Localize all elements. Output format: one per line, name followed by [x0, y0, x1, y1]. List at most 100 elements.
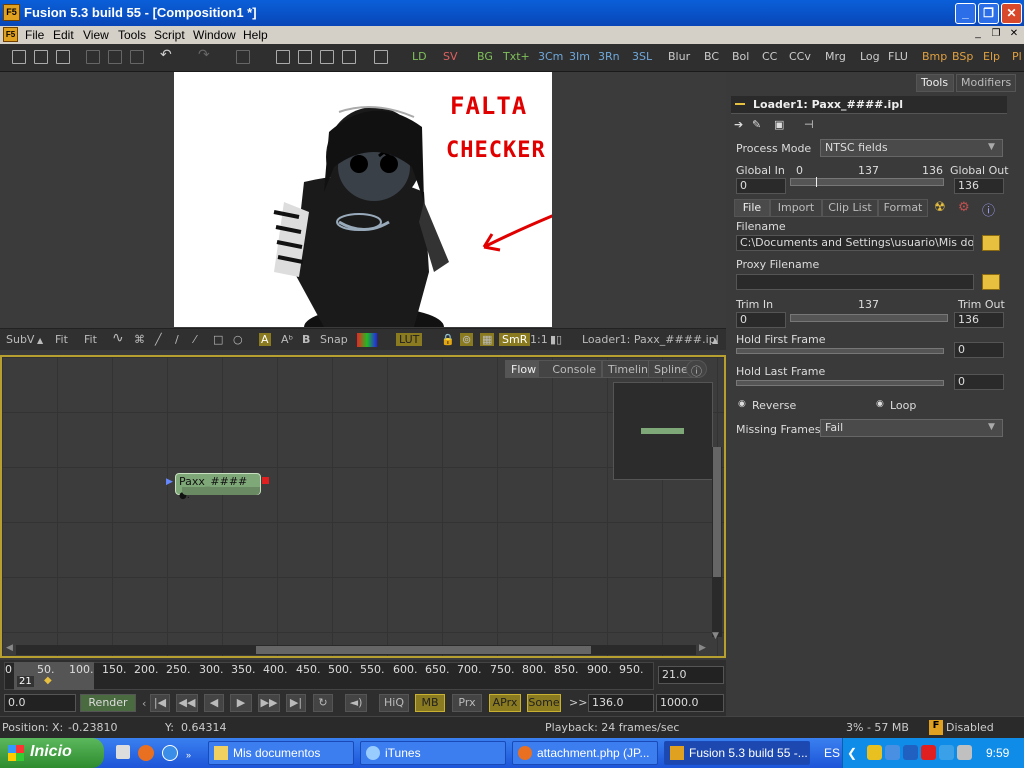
- aprx-button[interactable]: APrx: [489, 694, 521, 712]
- menu-edit[interactable]: Edit: [53, 28, 74, 42]
- minimize-button[interactable]: _: [955, 3, 976, 24]
- tool-3cm[interactable]: 3Cm: [538, 50, 563, 63]
- tool-blur[interactable]: Blur: [668, 50, 690, 63]
- tool-bmp[interactable]: Bmp: [922, 50, 947, 63]
- tool-log[interactable]: Log: [860, 50, 880, 63]
- tool-bsp[interactable]: BSp: [952, 50, 973, 63]
- fast-forward-icon[interactable]: ▶▶: [258, 694, 280, 712]
- checker-icon[interactable]: ▦: [480, 333, 495, 346]
- missing-frames-dropdown[interactable]: Fail: [820, 419, 1003, 437]
- subtab-file[interactable]: File: [734, 199, 770, 217]
- display-icon[interactable]: [939, 745, 954, 760]
- trim-range-slider[interactable]: [790, 314, 948, 322]
- channel-icon[interactable]: [357, 333, 377, 347]
- hold-first-frame-slider[interactable]: [736, 348, 944, 354]
- global-range-slider[interactable]: [790, 177, 944, 187]
- loop-icon[interactable]: ↻: [313, 694, 333, 712]
- hiq-button[interactable]: HiQ: [379, 694, 409, 712]
- range-left-icon[interactable]: ‹: [142, 697, 146, 710]
- tool-3im[interactable]: 3Im: [569, 50, 590, 63]
- range-arrows[interactable]: >>: [569, 696, 587, 709]
- tab-modifiers[interactable]: Modifiers: [956, 74, 1016, 92]
- rewind-icon[interactable]: ◀◀: [176, 694, 198, 712]
- mb-button[interactable]: MB: [415, 694, 445, 712]
- rectangle-icon[interactable]: □: [213, 333, 223, 346]
- text-a-icon[interactable]: A: [259, 333, 271, 346]
- hold-last-frame-slider[interactable]: [736, 380, 944, 386]
- go-to-end-icon[interactable]: ▶|: [286, 694, 306, 712]
- task-itunes[interactable]: iTunes: [360, 741, 506, 765]
- tool-flu[interactable]: FLU: [888, 50, 908, 63]
- shield-icon[interactable]: [867, 745, 882, 760]
- tool-bol[interactable]: Bol: [732, 50, 749, 63]
- current-time-marker[interactable]: 21: [17, 676, 34, 687]
- volume-icon[interactable]: [957, 745, 972, 760]
- subtab-import[interactable]: Import: [770, 199, 822, 217]
- scroll-left-icon[interactable]: ◀: [6, 643, 13, 653]
- tool-sv[interactable]: SV: [443, 50, 458, 63]
- tool-3rn[interactable]: 3Rn: [598, 50, 620, 63]
- process-mode-dropdown[interactable]: NTSC fields: [820, 139, 1003, 157]
- mdi-close-button[interactable]: ✕: [1007, 28, 1021, 41]
- menu-script[interactable]: Script: [154, 28, 185, 42]
- new-icon[interactable]: [12, 50, 26, 64]
- bluetooth-icon[interactable]: [903, 745, 918, 760]
- mdi-minimize-button[interactable]: _: [971, 28, 985, 41]
- scroll-right-icon[interactable]: ▶: [699, 643, 706, 653]
- tool-ccv[interactable]: CCv: [789, 50, 811, 63]
- loop-checkbox[interactable]: ◉: [876, 399, 884, 409]
- tab-tools[interactable]: Tools: [916, 74, 954, 92]
- quicklaunch-more-icon[interactable]: »: [186, 750, 191, 760]
- script-icon[interactable]: [236, 50, 250, 64]
- undo-icon[interactable]: ↶: [160, 47, 172, 63]
- audio-icon[interactable]: ◄): [345, 694, 367, 712]
- mdi-restore-button[interactable]: ❐: [989, 28, 1003, 41]
- tool-mrg[interactable]: Mrg: [825, 50, 846, 63]
- open-icon[interactable]: [34, 50, 48, 64]
- bspline-icon[interactable]: ╱: [155, 333, 162, 346]
- ratio-button[interactable]: 1:1: [530, 333, 548, 346]
- subview-dropdown[interactable]: SubV: [6, 333, 34, 346]
- menu-help[interactable]: Help: [243, 28, 268, 42]
- horizontal-scroll-thumb[interactable]: [256, 646, 591, 654]
- tool-elp[interactable]: Elp: [983, 50, 1000, 63]
- global-start-field[interactable]: 0.0: [4, 694, 76, 712]
- tab-console[interactable]: Console: [538, 360, 602, 378]
- tool-bg[interactable]: BG: [477, 50, 493, 63]
- disk-icon[interactable]: ▣: [774, 118, 784, 131]
- tool-pl[interactable]: Pl: [1012, 50, 1022, 63]
- time-ruler[interactable]: 0 50. 100. 150. 200. 250. 300. 350. 400.…: [0, 660, 726, 692]
- subview-dropdown-arrow-icon[interactable]: ▲: [37, 336, 43, 345]
- global-in-field[interactable]: 0: [736, 178, 786, 194]
- antivirus-icon[interactable]: [921, 745, 936, 760]
- redo-icon[interactable]: ↷: [198, 47, 210, 63]
- node-input-arrow-icon[interactable]: ▶: [166, 477, 173, 487]
- go-to-start-icon[interactable]: |◀: [150, 694, 170, 712]
- range-handle[interactable]: [816, 177, 817, 187]
- spline-icon[interactable]: ∿: [112, 330, 124, 346]
- pin-icon[interactable]: ⊣: [804, 118, 814, 131]
- lut-button[interactable]: LUT: [396, 333, 423, 346]
- viewer-menu-arrow-icon[interactable]: ▲: [712, 336, 718, 345]
- text-b-icon[interactable]: B: [302, 333, 310, 346]
- reverse-checkbox[interactable]: ◉: [738, 399, 746, 409]
- smr-button[interactable]: SmR: [499, 333, 531, 346]
- layout-2-icon[interactable]: [298, 50, 312, 64]
- hold-first-frame-field[interactable]: 0: [954, 342, 1004, 358]
- show-desktop-icon[interactable]: [116, 745, 130, 759]
- filename-field[interactable]: C:\Documents and Settings\usuario\Mis do…: [736, 235, 974, 251]
- maximize-button[interactable]: ❐: [978, 3, 999, 24]
- collapse-icon[interactable]: [735, 103, 745, 105]
- fusion-app-icon[interactable]: F5: [3, 4, 20, 21]
- firefox-icon[interactable]: [138, 745, 154, 761]
- ellipse-icon[interactable]: ○: [233, 333, 243, 346]
- tool-3sl[interactable]: 3SL: [632, 50, 652, 63]
- menu-window[interactable]: Window: [193, 28, 236, 42]
- pass-through-icon[interactable]: ➔: [734, 118, 743, 131]
- text-ab-icon[interactable]: Aᵇ: [281, 333, 293, 346]
- lock-icon[interactable]: 🔒: [441, 333, 455, 346]
- render-settings-icon[interactable]: [374, 50, 388, 64]
- bar-icon[interactable]: ▮▯: [550, 333, 562, 346]
- pick-icon[interactable]: ✎: [752, 118, 761, 131]
- radiation-icon[interactable]: ☢: [934, 200, 946, 215]
